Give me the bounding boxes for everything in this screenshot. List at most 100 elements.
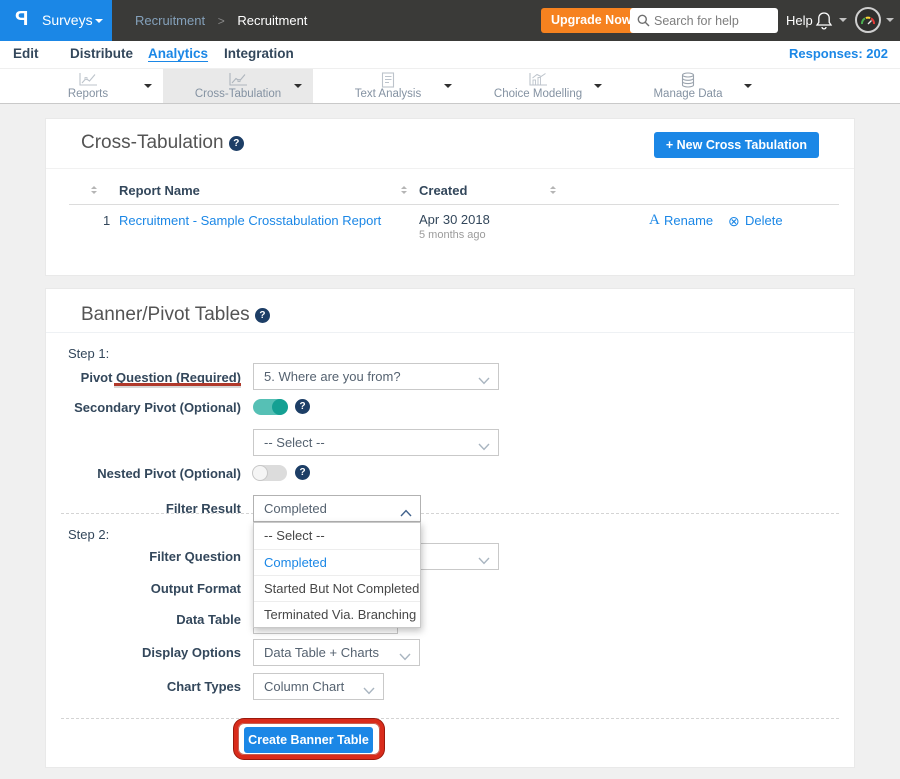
help-icon[interactable]: ? bbox=[255, 308, 270, 323]
app-window: P Surveys Recruitment > Recruitment Upgr… bbox=[0, 0, 900, 779]
sort-icon[interactable] bbox=[91, 186, 97, 194]
breadcrumb: Recruitment > Recruitment bbox=[135, 0, 307, 42]
breadcrumb-parent[interactable]: Recruitment bbox=[135, 13, 205, 28]
nav-item-analytics[interactable]: Analytics bbox=[148, 41, 208, 67]
surveys-menu[interactable]: Surveys bbox=[42, 0, 93, 41]
tab-manage-data-caret-icon[interactable] bbox=[744, 84, 752, 92]
tab-reports-caret-icon[interactable] bbox=[144, 84, 152, 92]
help-search bbox=[630, 8, 778, 33]
divider bbox=[46, 332, 854, 333]
created-ago: 5 months ago bbox=[419, 229, 486, 241]
chevron-down-icon bbox=[478, 552, 490, 570]
toggle-knob bbox=[272, 399, 288, 415]
cross-tabulation-title: Cross-Tabulation bbox=[81, 132, 224, 153]
help-link[interactable]: Help bbox=[786, 0, 813, 41]
database-icon bbox=[613, 72, 763, 88]
tab-cross-tabulation[interactable]: Cross-Tabulation bbox=[163, 69, 313, 103]
notifications-bell-icon[interactable] bbox=[815, 11, 833, 35]
analytics-tabbar: Reports Cross-Tabulation Text Analysis C… bbox=[0, 68, 900, 104]
divider bbox=[46, 168, 854, 169]
secondary-pivot-label: Secondary Pivot (Optional) bbox=[56, 400, 241, 415]
breadcrumb-separator-icon: > bbox=[218, 14, 225, 28]
tab-label: Reports bbox=[13, 88, 163, 100]
panel-title: Banner/Pivot Tables ? bbox=[81, 304, 270, 326]
banner-pivot-panel: Banner/Pivot Tables ? Step 1: Pivot Ques… bbox=[45, 288, 855, 768]
delete-icon[interactable]: ⊗ bbox=[728, 213, 740, 230]
display-options-select[interactable]: Data Table + Charts bbox=[253, 639, 420, 666]
column-header-created[interactable]: Created bbox=[419, 183, 467, 198]
secondary-pivot-select[interactable]: -- Select -- bbox=[253, 429, 499, 456]
select-value: Data Table + Charts bbox=[264, 640, 379, 665]
combo-chart-icon bbox=[463, 72, 613, 88]
step1-label: Step 1: bbox=[68, 346, 109, 361]
help-icon[interactable]: ? bbox=[229, 136, 244, 151]
help-icon[interactable]: ? bbox=[295, 399, 310, 414]
data-table-label: Data Table bbox=[56, 612, 241, 627]
bell-dropdown-caret-icon[interactable] bbox=[839, 18, 847, 26]
chart-types-select[interactable]: Column Chart bbox=[253, 673, 384, 700]
nav-item-integration[interactable]: Integration bbox=[224, 41, 294, 67]
brand-logo-icon: P bbox=[15, 8, 28, 31]
tab-reports[interactable]: Reports bbox=[13, 69, 163, 103]
rename-button[interactable]: Rename bbox=[664, 213, 713, 228]
banner-pivot-title: Banner/Pivot Tables bbox=[81, 304, 250, 325]
tab-label: Choice Modelling bbox=[463, 88, 613, 100]
select-value: -- Select -- bbox=[264, 430, 325, 455]
upgrade-now-button[interactable]: Upgrade Now bbox=[541, 8, 642, 33]
footer-divider-dashed bbox=[61, 718, 839, 719]
dropdown-option[interactable]: -- Select -- bbox=[254, 523, 420, 549]
nested-pivot-toggle[interactable] bbox=[253, 465, 287, 481]
tab-label: Manage Data bbox=[613, 88, 763, 100]
tab-cross-tabulation-caret-icon[interactable] bbox=[294, 84, 302, 92]
responses-count[interactable]: Responses: 202 bbox=[789, 41, 888, 67]
cross-tabulation-panel: Cross-Tabulation ? + New Cross Tabulatio… bbox=[45, 118, 855, 276]
report-link[interactable]: Recruitment - Sample Crosstabulation Rep… bbox=[119, 213, 381, 228]
chart-types-label: Chart Types bbox=[56, 679, 241, 694]
avatar-dropdown-caret-icon[interactable] bbox=[886, 18, 894, 26]
search-input[interactable] bbox=[654, 8, 772, 33]
created-date: Apr 30 2018 bbox=[419, 212, 490, 227]
tab-manage-data[interactable]: Manage Data bbox=[613, 69, 763, 103]
column-header-report-name[interactable]: Report Name bbox=[119, 183, 200, 198]
pivot-question-select[interactable]: 5. Where are you from? bbox=[253, 363, 499, 390]
sort-icon[interactable] bbox=[550, 186, 556, 194]
filter-result-select[interactable]: Completed bbox=[253, 495, 421, 522]
search-icon bbox=[637, 14, 650, 27]
annotation-red-underline bbox=[114, 383, 241, 386]
secondary-pivot-toggle[interactable] bbox=[253, 399, 287, 415]
tab-choice-modelling-caret-icon[interactable] bbox=[594, 84, 602, 92]
sort-icon[interactable] bbox=[401, 186, 407, 194]
create-banner-table-button[interactable]: Create Banner Table bbox=[244, 727, 373, 753]
rename-icon[interactable]: A bbox=[649, 212, 660, 229]
dropdown-option[interactable]: Terminated Via. Branching bbox=[254, 601, 420, 627]
chevron-down-icon bbox=[363, 682, 375, 700]
nav-item-distribute[interactable]: Distribute bbox=[70, 41, 133, 67]
toggle-knob bbox=[252, 465, 268, 481]
display-options-label: Display Options bbox=[56, 645, 241, 660]
help-icon[interactable]: ? bbox=[295, 465, 310, 480]
panel-title: Cross-Tabulation ? bbox=[81, 132, 244, 154]
tab-choice-modelling[interactable]: Choice Modelling bbox=[463, 69, 613, 103]
app-logo-menu[interactable]: P Surveys bbox=[0, 0, 112, 41]
nested-pivot-label: Nested Pivot (Optional) bbox=[56, 466, 241, 481]
nav-item-edit[interactable]: Edit bbox=[13, 41, 39, 67]
select-value: 5. Where are you from? bbox=[264, 364, 401, 389]
line-chart-icon bbox=[13, 72, 163, 88]
select-value: Column Chart bbox=[264, 674, 344, 699]
user-avatar[interactable] bbox=[855, 7, 881, 33]
delete-button[interactable]: Delete bbox=[745, 213, 783, 228]
document-icon bbox=[313, 72, 463, 88]
dropdown-option[interactable]: Started But Not Completed bbox=[254, 575, 420, 601]
step-divider-dashed bbox=[61, 513, 839, 514]
line-chart-icon bbox=[163, 72, 313, 88]
dropdown-option-selected[interactable]: Completed bbox=[254, 549, 420, 575]
filter-result-dropdown: -- Select -- Completed Started But Not C… bbox=[253, 522, 421, 628]
new-cross-tabulation-button[interactable]: + New Cross Tabulation bbox=[654, 132, 819, 158]
step2-label: Step 2: bbox=[68, 527, 109, 542]
table-header-divider bbox=[69, 204, 839, 205]
tab-label: Text Analysis bbox=[313, 88, 463, 100]
tab-text-analysis[interactable]: Text Analysis bbox=[313, 69, 463, 103]
chevron-down-icon bbox=[478, 372, 490, 390]
tab-text-analysis-caret-icon[interactable] bbox=[444, 84, 452, 92]
row-index: 1 bbox=[103, 213, 110, 228]
